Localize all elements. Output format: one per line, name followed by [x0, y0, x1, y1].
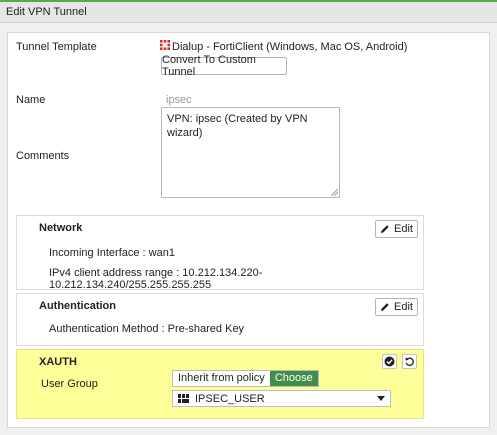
- convert-to-custom-tunnel-button[interactable]: Convert To Custom Tunnel: [161, 54, 287, 78]
- user-group-source-toggle: Inherit from policy Choose: [172, 370, 319, 387]
- fortinet-logo-icon: [160, 40, 170, 50]
- incoming-interface-text: Incoming Interface : wan1: [49, 247, 175, 259]
- authentication-edit-button[interactable]: Edit: [375, 298, 418, 316]
- edit-tunnel-panel: Tunnel Template Dialup - FortiClient (Wi…: [7, 32, 490, 428]
- tunnel-template-label: Tunnel Template: [16, 41, 97, 53]
- comments-textarea[interactable]: VPN: ipsec (Created by VPN wizard): [161, 107, 340, 198]
- name-label: Name: [16, 94, 46, 106]
- xauth-section: XAUTH User Group Inherit from policy Cho…: [16, 349, 424, 419]
- user-group-value: IPSEC_USER: [195, 392, 265, 405]
- user-group-select[interactable]: IPSEC_USER: [172, 390, 391, 407]
- choose-option[interactable]: Choose: [269, 371, 318, 386]
- network-section: Network Edit Incoming Interface : wan1 I…: [16, 215, 424, 291]
- network-edit-label: Edit: [394, 223, 413, 235]
- xauth-enable-button[interactable]: [382, 354, 397, 369]
- xauth-title: XAUTH: [39, 356, 77, 368]
- undo-icon: [405, 357, 414, 366]
- resize-grip-icon[interactable]: [331, 189, 338, 196]
- chevron-down-icon: [377, 396, 385, 401]
- pencil-icon: [381, 225, 389, 233]
- authentication-edit-label: Edit: [394, 301, 413, 313]
- user-group-label: User Group: [41, 378, 98, 390]
- check-circle-icon: [384, 356, 395, 367]
- network-title: Network: [39, 222, 83, 234]
- comments-text: VPN: ipsec (Created by VPN wizard): [167, 113, 308, 139]
- inherit-from-policy-option[interactable]: Inherit from policy: [173, 371, 270, 386]
- client-address-range-text: IPv4 client address range : 10.212.134.2…: [49, 267, 263, 291]
- pencil-icon: [381, 303, 389, 311]
- comments-label: Comments: [16, 150, 70, 162]
- authentication-section: Authentication Edit Authentication Metho…: [16, 293, 424, 346]
- user-group-icon: [178, 394, 189, 403]
- tunnel-template-value: Dialup - FortiClient (Windows, Mac OS, A…: [172, 41, 408, 53]
- window-title: Edit VPN Tunnel: [0, 2, 497, 23]
- authentication-method-text: Authentication Method : Pre-shared Key: [49, 323, 245, 335]
- name-value: ipsec: [166, 94, 192, 106]
- xauth-revert-button[interactable]: [402, 354, 417, 369]
- authentication-title: Authentication: [39, 300, 116, 312]
- network-edit-button[interactable]: Edit: [375, 220, 418, 238]
